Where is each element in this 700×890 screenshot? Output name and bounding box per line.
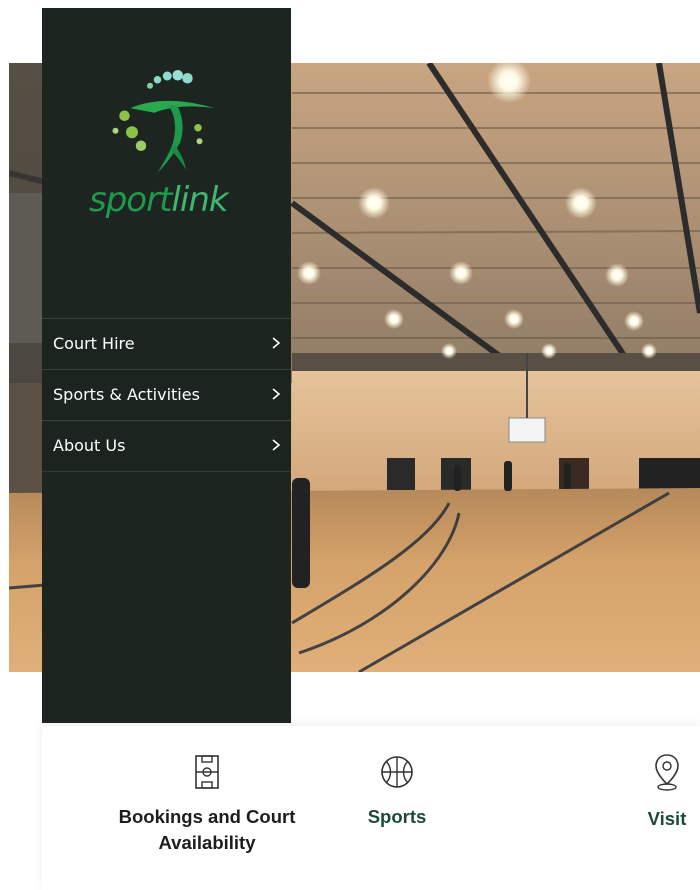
logo-word-sport: sport xyxy=(89,180,172,220)
menu-item-court-hire[interactable]: Court Hire xyxy=(42,318,291,369)
chevron-right-icon xyxy=(272,439,281,451)
main-menu: Court Hire Sports & Activities About Us xyxy=(42,318,291,472)
logo-figure-icon xyxy=(112,70,215,173)
menu-item-sports-activities[interactable]: Sports & Activities xyxy=(42,369,291,420)
logo-word-link: link xyxy=(171,180,228,220)
location-pin-icon xyxy=(655,754,679,791)
feature-label: Bookings and Court Availability xyxy=(118,806,296,853)
feature-sports[interactable]: Sports xyxy=(342,754,452,830)
feature-visit[interactable]: Visit xyxy=(622,752,700,832)
feature-label: Visit xyxy=(647,808,687,829)
court-icon xyxy=(195,755,219,789)
logo-wordmark: sportlink xyxy=(89,180,229,220)
menu-item-label: Court Hire xyxy=(53,334,135,353)
chevron-right-icon xyxy=(272,337,281,349)
menu-item-about-us[interactable]: About Us xyxy=(42,420,291,472)
sportlink-logo[interactable]: sportlink xyxy=(42,8,291,298)
menu-item-label: Sports & Activities xyxy=(53,385,200,404)
feature-bar: Bookings and Court Availability Sports V… xyxy=(42,726,700,890)
menu-item-label: About Us xyxy=(53,436,126,455)
feature-label: Sports xyxy=(367,806,427,827)
basketball-icon xyxy=(381,756,413,788)
feature-bookings[interactable]: Bookings and Court Availability xyxy=(102,754,312,856)
chevron-right-icon xyxy=(272,388,281,400)
